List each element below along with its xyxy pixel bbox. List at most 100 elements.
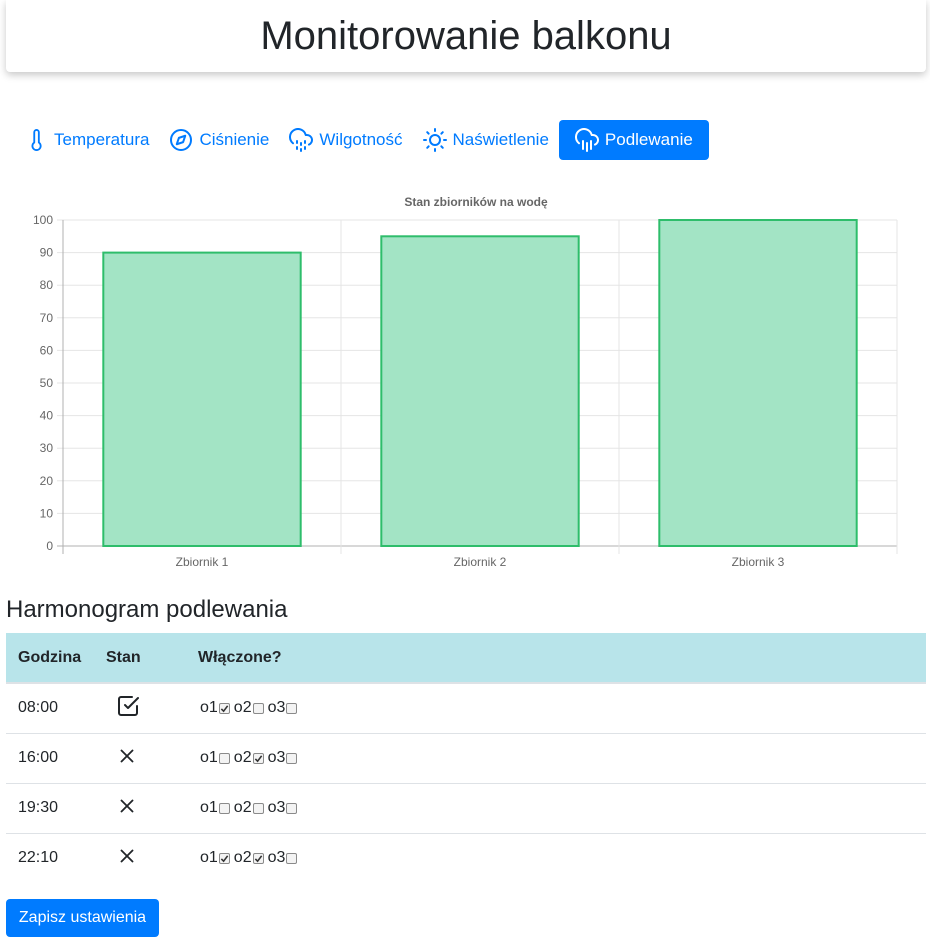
checkbox-unchecked[interactable] (286, 852, 298, 864)
output-label: o2 (233, 749, 252, 766)
y-tick-label: 50 (40, 376, 54, 390)
schedule-state (94, 733, 186, 784)
tab-temperatura[interactable]: Temperatura (16, 120, 159, 160)
x-icon (116, 745, 138, 772)
checkbox-checked[interactable] (218, 852, 230, 864)
chart-bar (658, 219, 858, 547)
y-tick-label: 40 (40, 409, 54, 423)
page-header: Monitorowanie balkonu (6, 0, 926, 72)
schedule-time: 16:00 (6, 733, 94, 784)
y-tick-label: 80 (40, 278, 54, 292)
table-row: 16:00 o1 o2 o3 (6, 733, 926, 784)
column-header-state: Stan (94, 633, 186, 684)
output-label: o1 (200, 849, 218, 867)
schedule-time: 19:30 (6, 783, 94, 834)
table-header-row: Godzina Stan Włączone? (6, 633, 926, 684)
output-label: o3 (267, 699, 286, 717)
y-tick-label: 30 (40, 441, 54, 455)
output-label: o3 (267, 749, 286, 766)
watering-schedule-table: Godzina Stan Włączone? 08:00 o1 o2 o3 16:00 o… (6, 633, 926, 883)
schedule-title: Harmonogram podlewania (6, 596, 288, 623)
output-label: o3 (267, 799, 286, 816)
save-settings-button[interactable]: Zapisz ustawienia (6, 899, 159, 937)
schedule-outputs: o1 o2 o3 (186, 683, 926, 734)
output-toggle: o1 (200, 849, 230, 867)
x-icon (116, 845, 138, 872)
output-toggle: o2 (234, 799, 264, 817)
cloud-rain-icon (574, 128, 599, 152)
schedule-outputs: o1 o2 o3 (186, 833, 926, 883)
tank-level-chart: Stan zbiorników na wodę 0 10 20 30 40 50 60 70 8… (33, 195, 898, 569)
output-label: o2 (233, 799, 252, 816)
output-label: o1 (200, 799, 218, 816)
table-row: 22:10 o1 o2 o3 (6, 833, 926, 883)
checkbox-unchecked[interactable] (286, 702, 298, 714)
x-icon (116, 795, 138, 822)
output-toggle: o3 (268, 749, 298, 767)
schedule-time: 08:00 (6, 683, 94, 734)
check-square-icon (116, 694, 140, 723)
tab-label: Naświetlenie (452, 130, 549, 149)
y-tick-label: 0 (46, 539, 53, 553)
tab-label: Wilgotność (319, 130, 403, 149)
tab-wilgotnosc[interactable]: Wilgotność (279, 120, 412, 160)
output-toggle: o2 (234, 699, 264, 717)
output-label: o1 (200, 749, 218, 766)
sun-icon (422, 128, 447, 152)
output-label: o2 (233, 699, 252, 717)
y-tick-label: 10 (40, 506, 54, 520)
cloud-drizzle-icon (289, 128, 314, 152)
tab-podlewanie[interactable]: Podlewanie (558, 120, 709, 160)
output-toggle: o3 (268, 849, 298, 867)
schedule-state (94, 783, 186, 834)
y-tick-label: 90 (40, 246, 54, 260)
checkbox-checked[interactable] (252, 852, 264, 864)
schedule-state (94, 683, 186, 734)
column-header-enabled: Włączone? (186, 633, 926, 684)
checkbox-checked[interactable] (218, 702, 230, 714)
sensor-tabs: Temperatura Ciśnienie Wilgotność Naświet… (16, 120, 709, 160)
thermometer-icon (26, 127, 48, 153)
chart-title: Stan zbiorników na wodę (404, 195, 548, 209)
compass-icon (169, 128, 193, 152)
chart-bar (102, 251, 302, 547)
checkbox-unchecked[interactable] (252, 802, 264, 814)
output-label: o1 (200, 699, 218, 717)
output-toggle: o1 (200, 799, 230, 817)
checkbox-unchecked[interactable] (218, 802, 230, 814)
checkbox-unchecked[interactable] (286, 802, 298, 814)
x-tick-label: Zbiornik 3 (732, 555, 785, 569)
schedule-outputs: o1 o2 o3 (186, 733, 926, 784)
schedule-time: 22:10 (18, 849, 59, 867)
output-label: o3 (267, 849, 286, 867)
tab-label: Temperatura (54, 130, 150, 149)
output-toggle: o1 (200, 749, 230, 767)
checkbox-checked[interactable] (252, 752, 264, 764)
y-tick-label: 100 (33, 213, 53, 227)
tab-naswietlenie[interactable]: Naświetlenie (413, 120, 559, 160)
checkbox-unchecked[interactable] (252, 702, 264, 714)
output-toggle: o3 (268, 799, 298, 817)
schedule-state (94, 833, 186, 883)
x-tick-label: Zbiornik 2 (454, 555, 507, 569)
checkbox-unchecked[interactable] (218, 752, 230, 764)
tab-label: Ciśnienie (199, 130, 270, 149)
schedule-outputs: o1 o2 o3 (186, 783, 926, 834)
tab-cisnienie[interactable]: Ciśnienie (159, 120, 279, 160)
x-tick-label: Zbiornik 1 (176, 555, 229, 569)
output-toggle: o3 (268, 699, 298, 717)
output-label: o2 (233, 849, 252, 867)
tab-label: Podlewanie (604, 130, 693, 149)
y-tick-label: 70 (40, 311, 54, 325)
checkbox-unchecked[interactable] (286, 752, 298, 764)
output-toggle: o1 (200, 699, 230, 717)
table-row: 19:30 o1 o2 o3 (6, 783, 926, 834)
page-title: Monitorowanie balkonu (260, 13, 672, 58)
y-tick-label: 60 (40, 343, 54, 357)
output-toggle: o2 (234, 749, 264, 767)
table-row: 08:00 o1 o2 o3 (6, 683, 926, 734)
chart-bar (380, 235, 580, 548)
output-toggle: o2 (234, 849, 264, 867)
column-header-hour: Godzina (6, 633, 94, 684)
y-tick-label: 20 (40, 474, 54, 488)
